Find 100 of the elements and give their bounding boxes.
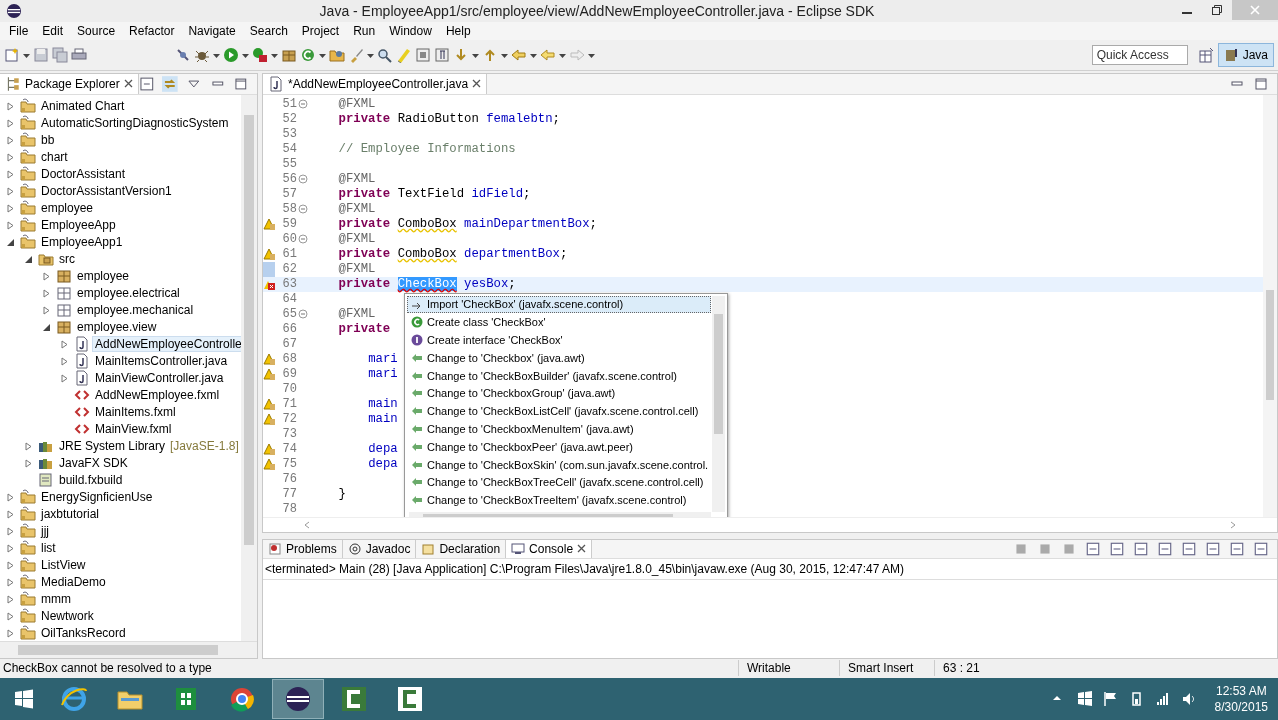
fold-icon[interactable] xyxy=(298,309,308,320)
tree-item[interactable]: employee.view xyxy=(75,320,159,335)
proposal-item[interactable]: Change to 'CheckBoxTreeCell' (javafx.scene.control.cell) xyxy=(407,473,711,492)
taskbar-app[interactable] xyxy=(272,679,324,720)
print-icon[interactable] xyxy=(71,46,87,63)
tree-item[interactable]: DoctorAssistantVersion1 xyxy=(39,184,174,199)
tree-item[interactable]: employee xyxy=(75,269,132,284)
scrollbar[interactable] xyxy=(0,640,257,658)
menu-item[interactable]: Project xyxy=(294,23,347,38)
tree-item[interactable]: MediaDemo xyxy=(39,575,108,590)
tree-item[interactable]: MainViewController.java xyxy=(93,371,226,386)
proposal-item[interactable]: Change to 'CheckboxMenuItem' (java.awt) xyxy=(407,420,711,438)
proposal-item[interactable]: Change to 'Checkbox' (java.awt) xyxy=(407,348,711,367)
tree-item[interactable]: JavaFX SDK xyxy=(57,456,130,471)
proposal-item[interactable]: Change to 'CheckBoxSkin' (com.sun.javafx.scene.control. xyxy=(407,455,711,474)
tree-item[interactable]: AddNewEmployeeControlle xyxy=(93,337,244,352)
skip-breakpoints-icon[interactable] xyxy=(175,46,191,63)
menu-item[interactable]: Search xyxy=(242,23,295,38)
view-tab[interactable]: Javadoc xyxy=(342,539,417,558)
collapsed-arrow-icon[interactable] xyxy=(24,441,33,451)
collapsed-arrow-icon[interactable] xyxy=(6,628,15,638)
collapsed-arrow-icon[interactable] xyxy=(42,271,51,281)
expanded-arrow-icon[interactable] xyxy=(6,237,15,247)
collapsed-arrow-icon[interactable] xyxy=(6,135,15,145)
minimize-icon[interactable] xyxy=(1229,540,1245,557)
collapsed-arrow-icon[interactable] xyxy=(6,611,15,621)
toggle-view-icon[interactable] xyxy=(415,46,431,63)
collapsed-arrow-icon[interactable] xyxy=(6,492,15,502)
tree-item[interactable]: employee.electrical xyxy=(75,286,182,301)
collapsed-arrow-icon[interactable] xyxy=(60,373,69,383)
tree-item[interactable]: jaxbtutorial xyxy=(39,507,102,522)
tree-item[interactable]: Animated Chart xyxy=(39,99,127,114)
tree-item[interactable]: AddNewEmployee.fxml xyxy=(93,388,222,403)
expanded-arrow-icon[interactable] xyxy=(24,254,33,264)
collapsed-arrow-icon[interactable] xyxy=(6,220,15,230)
proposal-item[interactable]: Change to 'CheckBoxListCell' (javafx.scene.control.cell) xyxy=(407,402,711,421)
menu-item[interactable]: Run xyxy=(346,23,383,38)
collapsed-arrow-icon[interactable] xyxy=(6,577,15,587)
new-class-icon[interactable] xyxy=(300,46,316,63)
tree-item[interactable]: build.fxbuild xyxy=(57,473,125,488)
collapsed-arrow-icon[interactable] xyxy=(42,305,51,315)
tree-item[interactable]: OilTanksRecord xyxy=(39,626,128,641)
tree-item[interactable]: bb xyxy=(39,133,57,148)
tree-item[interactable]: jjj xyxy=(39,524,51,539)
close-icon[interactable] xyxy=(472,79,482,89)
view-tab[interactable]: Problems xyxy=(263,539,343,558)
proposal-item[interactable]: Change to 'CheckboxPeer' (java.awt.peer) xyxy=(407,437,711,456)
menu-item[interactable]: Edit xyxy=(35,23,71,38)
tree-item[interactable]: MainItemsController.java xyxy=(93,354,230,369)
fold-icon[interactable] xyxy=(298,99,308,110)
scroll-left-icon[interactable] xyxy=(303,520,311,529)
editor-tab[interactable]: *AddNewEmployeeController.java xyxy=(263,73,488,94)
collapse-all-icon[interactable] xyxy=(138,75,155,92)
fold-icon[interactable] xyxy=(298,234,308,245)
fold-icon[interactable] xyxy=(298,204,308,215)
tree-item[interactable]: MainView.fxml xyxy=(93,422,174,437)
collapsed-arrow-icon[interactable] xyxy=(6,186,15,196)
proposal-item[interactable]: Change to 'CheckBoxBuilder' (javafx.scene.control) xyxy=(407,366,711,385)
scrollbar[interactable] xyxy=(1263,94,1277,517)
tree-item[interactable]: EmployeeApp xyxy=(39,218,118,233)
expanded-arrow-icon[interactable] xyxy=(42,322,51,332)
scrollbar[interactable] xyxy=(241,94,257,641)
save-all-icon[interactable] xyxy=(52,46,68,63)
tree-item[interactable]: list xyxy=(39,541,58,556)
windows-logo-icon[interactable] xyxy=(1076,691,1093,708)
collapsed-arrow-icon[interactable] xyxy=(6,118,15,128)
tree-item[interactable]: chart xyxy=(39,150,70,165)
collapsed-arrow-icon[interactable] xyxy=(6,543,15,553)
collapsed-arrow-icon[interactable] xyxy=(60,356,69,366)
flag-icon[interactable] xyxy=(1102,691,1119,708)
search-icon[interactable] xyxy=(377,46,393,63)
proposal-item[interactable]: Import 'CheckBox' (javafx.scene.control) xyxy=(407,295,711,314)
menu-item[interactable]: Window xyxy=(382,23,439,38)
fold-icon[interactable] xyxy=(298,174,308,185)
tree-item[interactable]: employee xyxy=(39,201,96,216)
tree-item[interactable]: mmm xyxy=(39,592,73,607)
tree-item[interactable]: EnergySignficienUse xyxy=(39,490,155,505)
view-tab[interactable]: Console xyxy=(506,539,593,558)
external-tools-icon[interactable] xyxy=(252,46,268,63)
menu-item[interactable]: File xyxy=(2,23,36,38)
open-perspective-icon[interactable] xyxy=(1198,46,1215,63)
collapsed-arrow-icon[interactable] xyxy=(6,169,15,179)
collapsed-arrow-icon[interactable] xyxy=(6,101,15,111)
scroll-right-icon[interactable] xyxy=(1229,520,1237,529)
tree-item[interactable]: employee.mechanical xyxy=(75,303,196,318)
tree-item[interactable]: DoctorAssistant xyxy=(39,167,128,182)
close-icon[interactable] xyxy=(577,544,587,554)
collapsed-arrow-icon[interactable] xyxy=(6,509,15,519)
proposal-item[interactable]: Change to 'CheckBoxTreeItem' (javafx.scene.control) xyxy=(407,491,711,510)
perspective-button[interactable]: Java xyxy=(1217,42,1274,67)
menu-item[interactable]: Source xyxy=(70,23,123,38)
close-icon[interactable] xyxy=(123,79,133,89)
collapsed-arrow-icon[interactable] xyxy=(6,203,15,213)
quick-access-field[interactable]: Quick Access xyxy=(1091,44,1188,65)
signal-icon[interactable] xyxy=(1154,691,1171,708)
menu-item[interactable]: Help xyxy=(438,23,478,38)
menu-item[interactable]: Refactor xyxy=(122,23,182,38)
link-editor-icon[interactable] xyxy=(162,75,179,92)
proposal-item[interactable]: Create interface 'CheckBox' xyxy=(407,331,711,349)
tree-item[interactable]: src xyxy=(57,252,77,267)
